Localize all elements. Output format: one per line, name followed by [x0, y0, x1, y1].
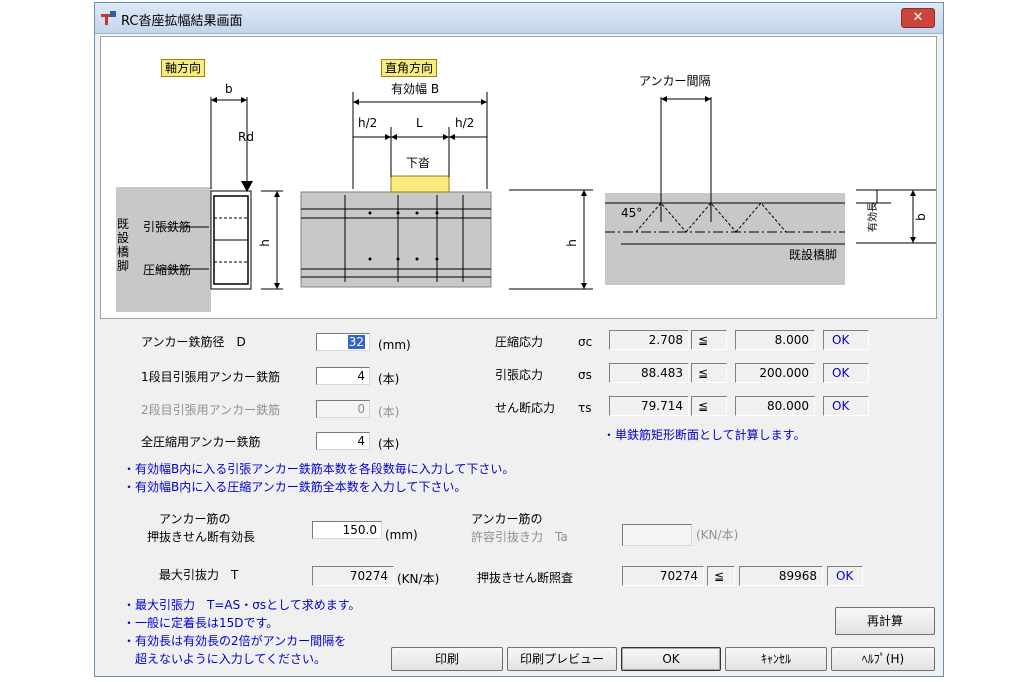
- anchor-dia-value: 32: [347, 335, 365, 349]
- ta-label-2: 許容引抜き力 Ta: [471, 530, 568, 544]
- perp-label: 直角方向: [381, 59, 438, 77]
- punch-value: 70274: [622, 566, 704, 586]
- close-button[interactable]: ✕: [901, 8, 935, 28]
- stress-op-1: ≦: [691, 363, 727, 383]
- stress-judge-2: OK: [823, 396, 869, 416]
- tier1-unit: (本): [378, 372, 400, 386]
- ok-button[interactable]: OK: [621, 647, 721, 671]
- tier1-label: 1段目引張用アンカー鉄筋: [141, 370, 281, 384]
- window-title: RC沓座拡幅結果画面: [121, 14, 243, 29]
- punch-limit: 89968: [739, 566, 823, 586]
- pier-label-2: 既設橋脚: [789, 248, 838, 262]
- stress-limit-0: 8.000: [735, 330, 815, 350]
- h-dim-label-2: h: [564, 239, 579, 247]
- stress-sym-1: σs: [578, 368, 592, 382]
- stress-sym-0: σc: [578, 335, 593, 349]
- effective-width-label: 有効幅 B: [391, 82, 440, 96]
- anchor-dia-unit: (mm): [378, 338, 411, 352]
- note2-line-1: ・一般に定着長は15Dです。: [123, 616, 279, 630]
- shoe-plate: [390, 175, 450, 193]
- cancel-button[interactable]: ｷｬﾝｾﾙ: [725, 647, 827, 671]
- tension-bar-label: 引張鉄筋: [143, 220, 192, 234]
- note-line-1: ・有効幅B内に入る圧縮アンカー鉄筋全本数を入力して下さい。: [123, 480, 467, 494]
- stress-limit-2: 80.000: [735, 396, 815, 416]
- compression-bar-label: 圧縮鉄筋: [143, 263, 192, 277]
- anchor-len-input[interactable]: 150.0: [312, 521, 382, 539]
- rd-label: Rd: [238, 130, 254, 144]
- note2-line-0: ・最大引張力 T=AS・σsとして求めます。: [123, 598, 361, 612]
- effective-length-label: 有効長: [868, 202, 879, 232]
- ta-unit: (KN/本): [696, 528, 739, 542]
- stress-label-2: せん断応力: [495, 401, 556, 415]
- stress-judge-1: OK: [823, 363, 869, 383]
- b-dim-label-2: b: [913, 213, 928, 221]
- diagram-panel: 軸方向 直角方向 b Rd h 既設橋脚 引張鉄筋 圧縮鉄筋 有効幅 B h/2…: [100, 36, 937, 319]
- print-button[interactable]: 印刷: [391, 647, 503, 671]
- comp-input[interactable]: 4: [316, 432, 370, 450]
- help-button[interactable]: ﾍﾙﾌﾟ(H): [831, 647, 935, 671]
- app-icon: [101, 11, 116, 25]
- anchor-spacing-label: アンカー間隔: [639, 74, 711, 88]
- punch-judge: OK: [827, 566, 863, 586]
- recalc-button[interactable]: 再計算: [835, 607, 935, 635]
- pier-label-vertical: 既設橋脚: [117, 217, 130, 273]
- comp-label: 全圧縮用アンカー鉄筋: [141, 435, 261, 449]
- print-preview-button[interactable]: 印刷プレビュー: [507, 647, 617, 671]
- anchor-dia-input[interactable]: 32: [316, 333, 370, 351]
- stress-op-0: ≦: [691, 330, 727, 350]
- result-dialog: RC沓座拡幅結果画面 ✕ 軸方向 直角方向 b Rd h 既設橋脚 引張鉄筋 圧…: [94, 2, 944, 677]
- stress-limit-1: 200.000: [735, 363, 815, 383]
- anchor-len-label-2: 押抜きせん断有効長: [147, 530, 256, 544]
- max-pull-unit: (KN/本): [397, 572, 440, 586]
- tier2-unit: (本): [378, 405, 400, 419]
- anchor-len-unit: (mm): [385, 528, 418, 542]
- stress-note: ・単鉄筋矩形断面として計算します。: [603, 428, 806, 442]
- ta-label-1: アンカー筋の: [471, 512, 543, 526]
- tier2-label: 2段目引張用アンカー鉄筋: [141, 403, 281, 417]
- angle-label: 45°: [621, 206, 643, 220]
- h2-right-label: h/2: [455, 116, 475, 130]
- stress-value-0: 2.708: [609, 330, 689, 350]
- axial-label: 軸方向: [161, 59, 206, 77]
- shoe-label: 下沓: [406, 156, 431, 170]
- punch-label: 押抜きせん断照査: [477, 571, 574, 585]
- l-dim-label: L: [416, 116, 423, 130]
- b-dim-label: b: [225, 82, 233, 96]
- ta-input[interactable]: [622, 524, 692, 546]
- note2-line-3: 超えないように入力してください。: [123, 652, 327, 666]
- stress-label-0: 圧縮応力: [495, 335, 544, 349]
- stress-sym-2: τs: [578, 401, 592, 415]
- comp-unit: (本): [378, 437, 400, 451]
- note-line-0: ・有効幅B内に入る引張アンカー鉄筋本数を各段数毎に入力して下さい。: [123, 462, 515, 476]
- max-pull-value: 70274: [312, 566, 394, 586]
- stress-judge-0: OK: [823, 330, 869, 350]
- tier1-input[interactable]: 4: [316, 367, 370, 385]
- h2-left-label: h/2: [358, 116, 378, 130]
- stress-value-2: 79.714: [609, 396, 689, 416]
- diagram-figure: [116, 92, 936, 312]
- load-arrow-icon: [241, 181, 253, 192]
- stress-value-1: 88.483: [609, 363, 689, 383]
- h-dim-label: h: [257, 239, 272, 247]
- stress-op-2: ≦: [691, 396, 727, 416]
- punch-op: ≦: [707, 566, 735, 586]
- max-pull-label: 最大引抜力 T: [159, 568, 239, 582]
- note2-line-2: ・有効長は有効長の2倍がアンカー間隔を: [123, 634, 347, 648]
- anchor-len-label-1: アンカー筋の: [159, 512, 231, 526]
- stress-label-1: 引張応力: [495, 368, 544, 382]
- tier2-input[interactable]: 0: [316, 400, 370, 418]
- title-bar: RC沓座拡幅結果画面 ✕: [95, 3, 943, 34]
- anchor-dia-label: アンカー鉄筋径 D: [141, 335, 246, 349]
